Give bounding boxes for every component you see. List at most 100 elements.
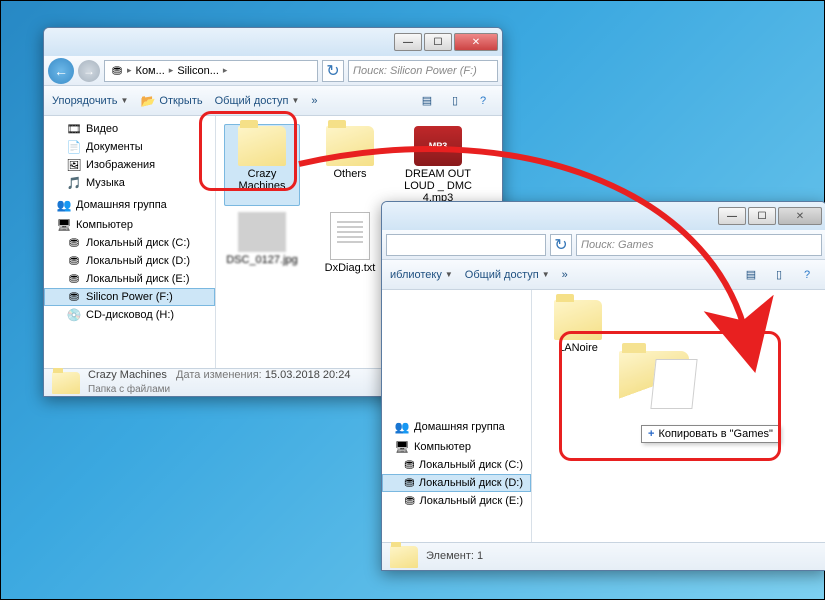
nav-pane[interactable]: 🎞 Видео 📄Документы 🖼Изображения 🎵Музыка 👥…: [44, 116, 216, 368]
share-menu[interactable]: Общий доступ ▼: [465, 269, 550, 281]
open-button[interactable]: 📂Открыть: [140, 94, 202, 108]
label: Музыка: [86, 177, 125, 189]
arrow-icon: ▸: [169, 65, 174, 76]
open-icon: 📂: [140, 94, 156, 108]
folder-icon: [390, 546, 418, 568]
nav-bar: ↻ Поиск: Games: [382, 230, 825, 260]
sidebar-item-drive-c[interactable]: ⛃ Локальный диск (C:): [44, 234, 215, 252]
file-list[interactable]: LANoire: [532, 290, 825, 542]
chevron-down-icon: ▼: [445, 270, 453, 279]
status-count: Элемент: 1: [426, 550, 483, 562]
sidebar-item-video[interactable]: 🎞 Видео: [44, 120, 215, 138]
back-button[interactable]: ←: [48, 58, 74, 84]
chevron-down-icon: ▼: [120, 96, 128, 105]
drive-icon: ⛃: [66, 254, 82, 268]
sidebar-item-drive-d[interactable]: ⛃Локальный диск (D:): [44, 252, 215, 270]
file-label: DREAM OUT LOUD _ DMC 4.mp3: [402, 168, 474, 204]
share-label: Общий доступ: [465, 269, 539, 281]
drag-ghost-folder: [619, 351, 699, 415]
computer-icon: 🖥: [394, 440, 410, 454]
library-menu[interactable]: иблиотеку ▼: [390, 269, 453, 281]
image-icon: [238, 212, 286, 252]
file-txt[interactable]: DxDiag.txt: [312, 210, 388, 276]
images-icon: 🖼: [66, 158, 82, 172]
sidebar-group-homegroup[interactable]: 👥Домашняя группа: [382, 420, 531, 434]
status-type: Папка с файлами: [88, 384, 170, 395]
status-date-label: Дата изменения:: [176, 369, 262, 381]
sidebar-item-music[interactable]: 🎵Музыка: [44, 174, 215, 192]
drive-icon: ⛃: [109, 64, 125, 78]
drive-icon: ⛃: [404, 458, 415, 472]
more-button[interactable]: »: [562, 269, 568, 281]
sidebar-item-drive-f[interactable]: ⛃Silicon Power (F:): [44, 288, 215, 306]
label: Компьютер: [414, 441, 471, 453]
toolbar: иблиотеку ▼ Общий доступ ▼ » ▤ ▯ ?: [382, 260, 825, 290]
forward-button[interactable]: →: [78, 60, 100, 82]
arrow-icon: ▸: [127, 65, 132, 76]
organize-label: Упорядочить: [52, 95, 117, 107]
drive-icon: ⛃: [66, 236, 82, 250]
more-button[interactable]: »: [311, 95, 317, 107]
address-bar[interactable]: ⛃ ▸ Ком... ▸ Silicon... ▸: [104, 60, 318, 82]
search-input[interactable]: Поиск: Silicon Power (F:): [348, 60, 498, 82]
label: Документы: [86, 141, 143, 153]
sidebar-item-drive-d[interactable]: ⛃Локальный диск (D:): [382, 474, 531, 492]
close-button[interactable]: ✕: [454, 33, 498, 51]
folder-others[interactable]: Others: [312, 124, 388, 206]
view-button[interactable]: ▤: [740, 265, 762, 285]
label: Локальный диск (E:): [86, 273, 190, 285]
preview-pane-button[interactable]: ▯: [444, 91, 466, 111]
video-icon: 🎞: [66, 122, 82, 136]
view-button[interactable]: ▤: [416, 91, 438, 111]
breadcrumb-seg[interactable]: Silicon...: [175, 65, 221, 77]
label: Домашняя группа: [414, 421, 505, 433]
nav-bar: ← → ⛃ ▸ Ком... ▸ Silicon... ▸ ↻ Поиск: S…: [44, 56, 502, 86]
titlebar[interactable]: — ☐ ✕: [44, 28, 502, 56]
organize-menu[interactable]: Упорядочить ▼: [52, 95, 128, 107]
drive-icon: ⛃: [404, 494, 416, 508]
label: Локальный диск (E:): [420, 495, 524, 507]
plus-icon: +: [648, 428, 654, 440]
file-label: Crazy Machines: [226, 168, 298, 192]
folder-icon: [554, 300, 602, 340]
status-text: Crazy Machines Дата изменения: 15.03.201…: [88, 369, 350, 395]
breadcrumb-seg[interactable]: Ком...: [134, 65, 167, 77]
label: Локальный диск (C:): [419, 459, 523, 471]
label: Локальный диск (C:): [86, 237, 190, 249]
sidebar-group-homegroup[interactable]: 👥Домашняя группа: [44, 198, 215, 212]
toolbar: Упорядочить ▼ 📂Открыть Общий доступ ▼ » …: [44, 86, 502, 116]
sidebar-group-computer[interactable]: 🖥 Компьютер: [382, 440, 531, 454]
sidebar-item-drive-h[interactable]: 💿CD-дисковод (H:): [44, 306, 215, 324]
file-jpg[interactable]: DSC_0127.jpg: [224, 210, 300, 276]
sidebar-item-documents[interactable]: 📄Документы: [44, 138, 215, 156]
help-button[interactable]: ?: [472, 91, 494, 111]
titlebar[interactable]: — ☐ ✕: [382, 202, 825, 230]
refresh-button[interactable]: ↻: [550, 234, 572, 256]
sidebar-item-drive-c[interactable]: ⛃ Локальный диск (C:): [382, 456, 531, 474]
folder-icon: [238, 126, 286, 166]
sidebar-item-drive-e[interactable]: ⛃ Локальный диск (E:): [382, 492, 531, 510]
refresh-button[interactable]: ↻: [322, 60, 344, 82]
maximize-button[interactable]: ☐: [748, 207, 776, 225]
sidebar-item-drive-e[interactable]: ⛃Локальный диск (E:): [44, 270, 215, 288]
file-mp3[interactable]: MP3 DREAM OUT LOUD _ DMC 4.mp3: [400, 124, 476, 206]
share-menu[interactable]: Общий доступ ▼: [215, 95, 300, 107]
label: Видео: [86, 123, 118, 135]
label: Компьютер: [76, 219, 133, 231]
help-button[interactable]: ?: [796, 265, 818, 285]
sidebar-item-images[interactable]: 🖼Изображения: [44, 156, 215, 174]
search-input[interactable]: Поиск: Games: [576, 234, 822, 256]
sidebar-group-computer[interactable]: 🖥 Компьютер: [44, 218, 215, 232]
address-bar[interactable]: [386, 234, 546, 256]
maximize-button[interactable]: ☐: [424, 33, 452, 51]
minimize-button[interactable]: —: [718, 207, 746, 225]
close-button[interactable]: ✕: [778, 207, 822, 225]
minimize-button[interactable]: —: [394, 33, 422, 51]
computer-icon: 🖥: [56, 218, 72, 232]
folder-crazy-machines[interactable]: Crazy Machines: [224, 124, 300, 206]
chevron-down-icon: ▼: [292, 96, 300, 105]
folder-icon: [52, 372, 80, 394]
nav-pane[interactable]: 👥Домашняя группа 🖥Компьютер ⛃Локальный д…: [382, 290, 532, 542]
folder-lanoire[interactable]: LANoire: [540, 298, 616, 356]
preview-pane-button[interactable]: ▯: [768, 265, 790, 285]
